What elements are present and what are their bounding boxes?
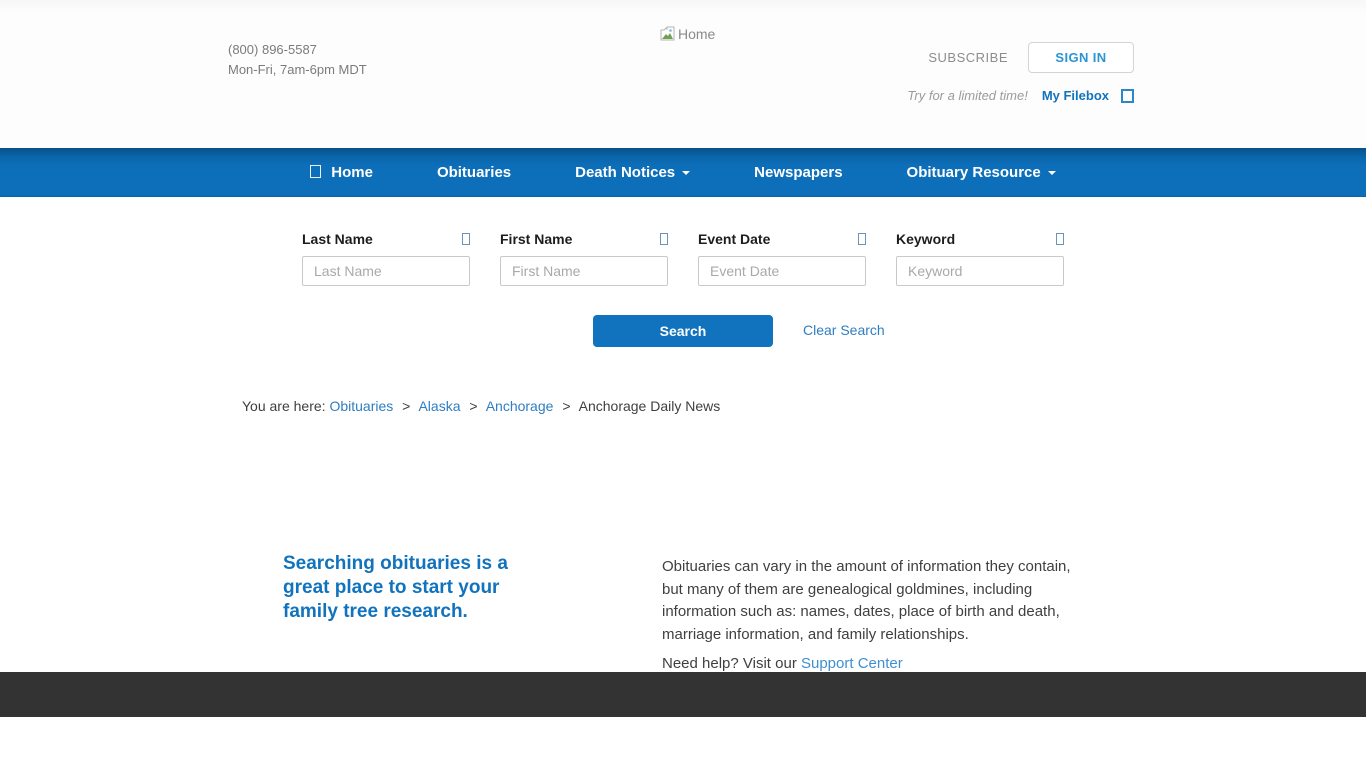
nav-item-newspapers-label: Newspapers bbox=[754, 164, 842, 181]
nav-item-obituaries-label: Obituaries bbox=[437, 164, 511, 181]
header-container: (800) 896-5587 Mon-Fri, 7am-6pm MDT Home… bbox=[213, 0, 1153, 148]
search-actions-row: Search Clear Search bbox=[0, 315, 1366, 347]
header-account-area: SUBSCRIBE SIGN IN Try for a limited time… bbox=[907, 42, 1134, 103]
subscribe-link[interactable]: SUBSCRIBE bbox=[928, 50, 1008, 65]
last-name-field-group: Last Name bbox=[302, 231, 470, 286]
page-main: Last Name First Name Event Date bbox=[0, 197, 1366, 672]
nav-item-obituaries[interactable]: Obituaries bbox=[405, 148, 543, 197]
event-date-input[interactable] bbox=[698, 256, 866, 286]
my-filebox-link[interactable]: My Filebox bbox=[1042, 88, 1109, 103]
keyword-field-group: Keyword bbox=[896, 231, 1064, 286]
intro-heading: Searching obituaries is a great place to… bbox=[283, 552, 528, 624]
broken-image-icon bbox=[659, 25, 678, 42]
event-date-field-group: Event Date bbox=[698, 231, 866, 286]
keyword-label: Keyword bbox=[896, 231, 955, 247]
sign-in-button[interactable]: SIGN IN bbox=[1028, 42, 1134, 73]
logo-alt-text: Home bbox=[678, 26, 715, 42]
signin-row: SUBSCRIBE SIGN IN bbox=[907, 42, 1134, 73]
breadcrumb-separator: > bbox=[562, 398, 570, 414]
help-line: Need help? Visit our Support Center bbox=[662, 655, 1072, 672]
search-button[interactable]: Search bbox=[593, 315, 773, 347]
info-icon[interactable] bbox=[660, 233, 668, 245]
search-fields-row: Last Name First Name Event Date bbox=[0, 231, 1366, 286]
phone-number: (800) 896-5587 bbox=[228, 40, 367, 60]
obituary-search-form: Last Name First Name Event Date bbox=[0, 197, 1366, 347]
nav-item-home[interactable]: Home bbox=[278, 148, 405, 197]
support-hours: Mon-Fri, 7am-6pm MDT bbox=[228, 60, 367, 80]
intro-paragraph: Obituaries can vary in the amount of inf… bbox=[662, 556, 1072, 646]
last-name-label: Last Name bbox=[302, 231, 373, 247]
info-icon[interactable] bbox=[858, 233, 866, 245]
chevron-down-icon bbox=[1048, 171, 1056, 175]
intro-heading-column: Searching obituaries is a great place to… bbox=[283, 552, 528, 672]
info-icon[interactable] bbox=[462, 233, 470, 245]
nav-item-death-notices-label: Death Notices bbox=[575, 164, 675, 181]
contact-info: (800) 896-5587 Mon-Fri, 7am-6pm MDT bbox=[228, 40, 367, 80]
main-navigation: Home Obituaries Death Notices Newspapers… bbox=[0, 148, 1366, 197]
nav-item-obituary-resource-label: Obituary Resource bbox=[907, 164, 1041, 181]
first-name-input[interactable] bbox=[500, 256, 668, 286]
last-name-input[interactable] bbox=[302, 256, 470, 286]
first-name-label: First Name bbox=[500, 231, 572, 247]
nav-item-newspapers[interactable]: Newspapers bbox=[722, 148, 874, 197]
home-icon bbox=[310, 165, 321, 178]
keyword-input[interactable] bbox=[896, 256, 1064, 286]
nav-item-obituary-resource[interactable]: Obituary Resource bbox=[875, 148, 1088, 197]
breadcrumb-link-obituaries[interactable]: Obituaries bbox=[329, 398, 393, 414]
breadcrumb-link-alaska[interactable]: Alaska bbox=[418, 398, 460, 414]
nav-item-home-label: Home bbox=[331, 164, 373, 181]
help-prefix: Need help? Visit our bbox=[662, 655, 797, 672]
site-header: (800) 896-5587 Mon-Fri, 7am-6pm MDT Home… bbox=[0, 0, 1366, 148]
event-date-label: Event Date bbox=[698, 231, 770, 247]
clear-search-link[interactable]: Clear Search bbox=[803, 322, 885, 338]
intro-text-column: Obituaries can vary in the amount of inf… bbox=[662, 552, 1072, 672]
first-name-field-group: First Name bbox=[500, 231, 668, 286]
support-center-link[interactable]: Support Center bbox=[801, 655, 903, 672]
site-logo-broken-image[interactable]: Home bbox=[659, 25, 715, 42]
breadcrumb-separator: > bbox=[469, 398, 477, 414]
breadcrumb: You are here: Obituaries > Alaska > Anch… bbox=[213, 398, 1153, 414]
nav-item-death-notices[interactable]: Death Notices bbox=[543, 148, 722, 197]
intro-content: Searching obituaries is a great place to… bbox=[213, 552, 1153, 672]
site-footer bbox=[0, 672, 1366, 717]
filebox-icon[interactable] bbox=[1121, 89, 1134, 103]
filebox-row: Try for a limited time! My Filebox bbox=[907, 88, 1134, 103]
breadcrumb-link-anchorage[interactable]: Anchorage bbox=[486, 398, 554, 414]
promo-text: Try for a limited time! bbox=[907, 88, 1027, 103]
breadcrumb-separator: > bbox=[402, 398, 410, 414]
info-icon[interactable] bbox=[1056, 233, 1064, 245]
breadcrumb-prefix: You are here: bbox=[242, 398, 326, 414]
breadcrumb-current: Anchorage Daily News bbox=[579, 398, 721, 414]
chevron-down-icon bbox=[682, 171, 690, 175]
